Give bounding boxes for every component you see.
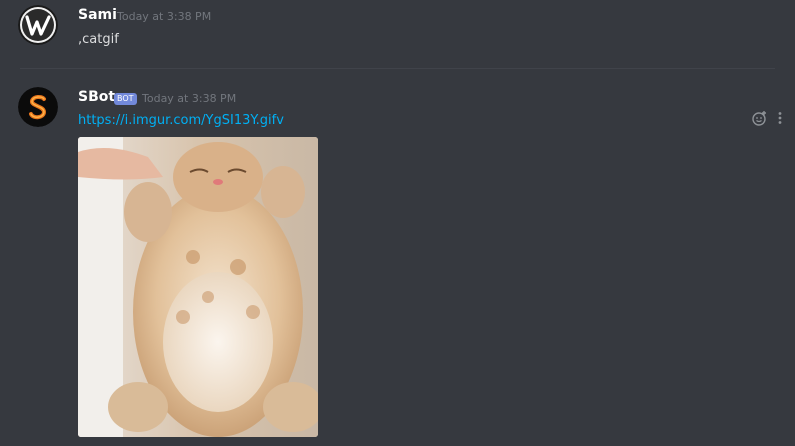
add-reaction-icon[interactable] xyxy=(752,110,768,126)
kitten-image xyxy=(78,137,318,437)
sleeping-kitten-gif[interactable] xyxy=(78,137,318,437)
message-sbot: SBot BOT Today at 3:38 PM https://i.imgu… xyxy=(0,0,795,446)
author-name[interactable]: SBot xyxy=(78,89,115,105)
more-options-icon[interactable] xyxy=(774,110,790,126)
bot-badge: BOT xyxy=(114,93,137,105)
message-timestamp: Today at 3:38 PM xyxy=(142,92,237,105)
imgur-link[interactable]: https://i.imgur.com/YgSI13Y.gifv xyxy=(78,113,284,128)
orange-s-logo-icon xyxy=(18,87,58,127)
avatar-sbot[interactable] xyxy=(18,87,58,127)
